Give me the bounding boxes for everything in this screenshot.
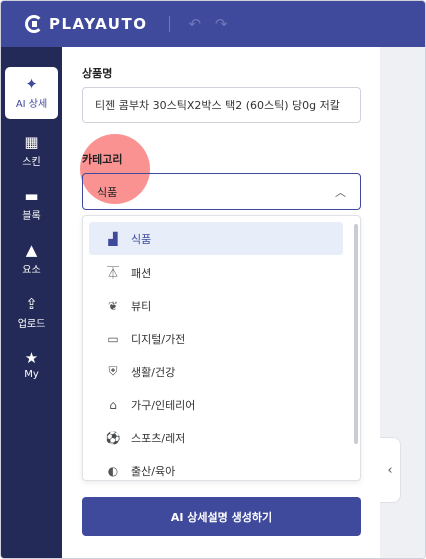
chevron-up-icon: ︿ <box>335 185 346 199</box>
option-label: 생활/건강 <box>131 365 176 379</box>
logo: PLAYAUTO <box>25 15 147 33</box>
option-label: 패션 <box>131 266 152 280</box>
category-option-living[interactable]: ⛨ 생활/건강 <box>89 355 343 388</box>
sidebar-item-label: 업로드 <box>17 319 46 330</box>
category-option-food[interactable]: ▟ 식품 <box>89 222 343 255</box>
option-label: 가구/인테리어 <box>131 398 196 412</box>
ball-icon: ⚽ <box>105 430 121 445</box>
sidebar-item-label: 요소 <box>22 265 41 276</box>
option-label: 뷰티 <box>131 299 152 313</box>
redo-icon[interactable]: ↷ <box>215 15 228 33</box>
category-dropdown: ▟ 식품 ⏄ 패션 ❦ 뷰티 ▭ 디지털/가전 ⛨ 생활/건강 ⌂ 가구/인테리… <box>82 215 361 481</box>
category-selected-value: 식품 <box>97 185 118 199</box>
block-icon: ▬ <box>24 187 39 205</box>
chevron-left-icon: ‹ <box>387 462 393 478</box>
collapse-panel-button[interactable]: ‹ <box>380 437 401 503</box>
star-icon: ★ <box>24 349 39 367</box>
grid-plus-icon: ▦ <box>24 133 39 151</box>
generate-ai-description-button[interactable]: AI 상세설명 생성하기 <box>82 497 361 536</box>
category-label: 카테고리 <box>82 153 123 166</box>
category-option-digital[interactable]: ▭ 디지털/가전 <box>89 322 343 355</box>
food-icon: ▟ <box>108 231 118 246</box>
baby-icon: ◐ <box>107 463 119 478</box>
option-label: 출산/육아 <box>131 464 176 478</box>
sidebar-item-element[interactable]: ▲ 요소 <box>5 233 58 285</box>
category-select[interactable]: 식품 ︿ <box>82 173 361 210</box>
product-name-input[interactable]: 티젠 콤부차 30스틱X2박스 택2 (60스틱) 당0g 저칼 <box>82 87 361 123</box>
sidebar-item-label: 스킨 <box>22 157 41 168</box>
home-icon: ⌂ <box>109 397 117 412</box>
upload-icon: ⇪ <box>25 295 38 313</box>
category-option-fashion[interactable]: ⏄ 패션 <box>89 256 343 289</box>
logo-text: PLAYAUTO <box>49 15 148 33</box>
option-label: 디지털/가전 <box>131 332 186 346</box>
category-option-sports[interactable]: ⚽ 스포츠/레저 <box>89 421 343 454</box>
shield-icon: ⛨ <box>108 364 118 378</box>
hanger-icon: ⏄ <box>106 266 119 280</box>
divider <box>169 16 171 32</box>
product-name-label: 상품명 <box>82 67 113 80</box>
sidebar-item-label: AI 상세 <box>15 99 48 110</box>
sidebar-item-skin[interactable]: ▦ 스킨 <box>5 125 58 177</box>
category-option-beauty[interactable]: ❦ 뷰티 <box>89 289 343 322</box>
logo-icon <box>25 15 43 33</box>
sidebar: ✦ AI 상세 ▦ 스킨 ▬ 블록 ▲ 요소 ⇪ 업로드 ★ My <box>1 47 62 558</box>
sidebar-item-ai-detail[interactable]: ✦ AI 상세 <box>5 67 58 119</box>
option-label: 스포츠/레저 <box>131 431 186 445</box>
option-label: 식품 <box>131 232 152 246</box>
top-bar: PLAYAUTO ↶ ↷ <box>1 1 425 47</box>
undo-icon[interactable]: ↶ <box>188 15 201 33</box>
laptop-icon: ▭ <box>107 331 119 346</box>
sidebar-item-block[interactable]: ▬ 블록 <box>5 179 58 231</box>
sidebar-item-label: 블록 <box>22 211 41 222</box>
category-option-furniture[interactable]: ⌂ 가구/인테리어 <box>89 388 343 421</box>
ai-detail-panel: 상품명 티젠 콤부차 30스틱X2박스 택2 (60스틱) 당0g 저칼 카테고… <box>62 47 380 558</box>
sidebar-item-my[interactable]: ★ My <box>5 339 58 391</box>
shapes-icon: ▲ <box>25 241 38 259</box>
sidebar-item-upload[interactable]: ⇪ 업로드 <box>5 287 58 339</box>
app-window: PLAYAUTO ↶ ↷ ✦ AI 상세 ▦ 스킨 ▬ 블록 ▲ 요소 ⇪ 업로… <box>0 0 426 559</box>
dropdown-scrollbar[interactable] <box>354 224 358 444</box>
sparkle-icon: ✦ <box>25 75 38 93</box>
category-option-baby[interactable]: ◐ 출산/육아 <box>89 454 343 480</box>
sidebar-item-label: My <box>24 369 39 380</box>
beauty-icon: ❦ <box>107 298 119 313</box>
